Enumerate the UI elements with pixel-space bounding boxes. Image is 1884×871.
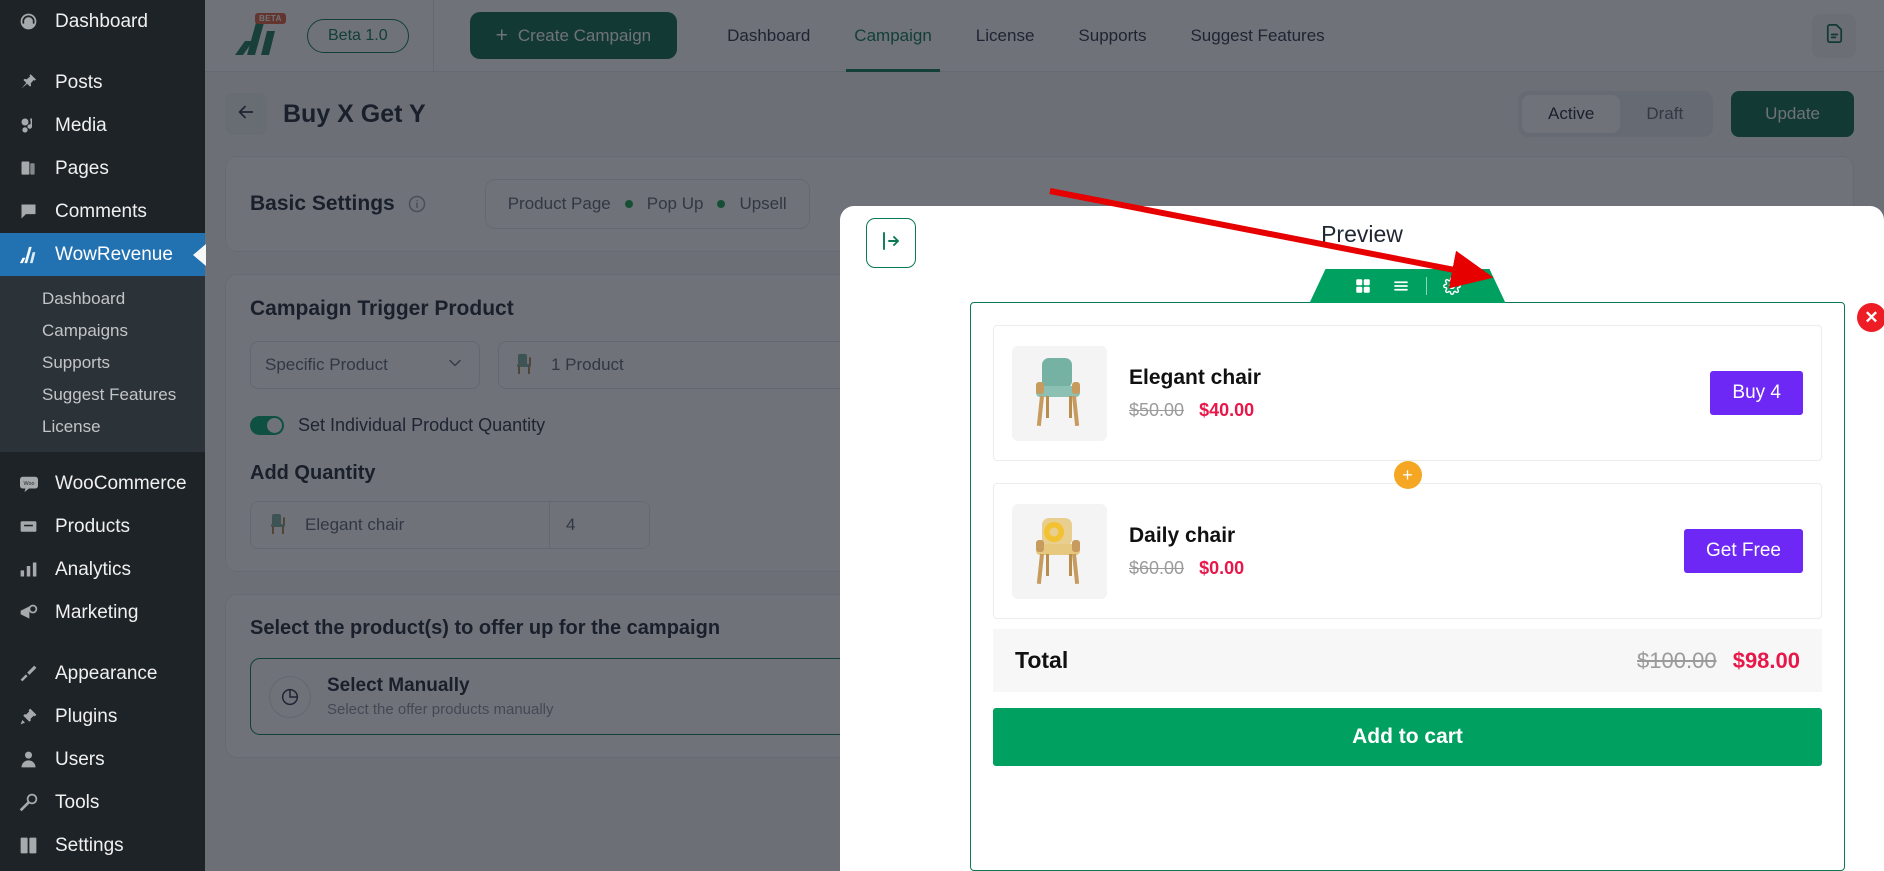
screen: Dashboard Posts Media Pages Comments Wow… [0, 0, 1884, 871]
grid-view-icon[interactable] [1344, 277, 1382, 295]
sidebar-item-label: Comments [55, 200, 147, 222]
sidebar-item-wowrevenue[interactable]: WowRevenue [0, 233, 205, 276]
sidebar-item-pages[interactable]: Pages [0, 147, 205, 190]
sidebar-item-label: Media [55, 114, 107, 136]
users-icon [16, 749, 41, 770]
product-old-price: $60.00 [1129, 557, 1185, 578]
total-old-price: $100.00 [1637, 647, 1717, 673]
product-thumbnail [1012, 345, 1107, 441]
sidebar-item-woocommerce[interactable]: Woo WooCommerce [0, 462, 205, 505]
product-prices: $50.00 $40.00 [1129, 400, 1261, 421]
sidebar-divider-3 [0, 634, 205, 652]
product-new-price: $40.00 [1199, 399, 1255, 420]
sidebar-item-appearance[interactable]: Appearance [0, 652, 205, 695]
sidebar-submenu-wowrevenue: Dashboard Campaigns Supports Suggest Fea… [0, 276, 205, 452]
preview-total-row: Total $100.00 $98.00 [993, 629, 1822, 692]
sidebar-item-dashboard[interactable]: Dashboard [0, 0, 205, 43]
total-values: $100.00 $98.00 [1637, 648, 1800, 674]
sidebar-item-settings[interactable]: Settings [0, 824, 205, 867]
gear-icon[interactable] [1433, 277, 1471, 295]
sidebar-item-marketing[interactable]: Marketing [0, 591, 205, 634]
sidebar-subitem-campaigns[interactable]: Campaigns [0, 315, 205, 347]
woo-icon: Woo [16, 475, 41, 493]
product-thumbnail [1012, 503, 1107, 599]
preview-title: Preview [1321, 221, 1403, 247]
preview-body: Elegant chair $50.00 $40.00 Buy 4 + Dail… [971, 303, 1844, 766]
sidebar-item-plugins[interactable]: Plugins [0, 695, 205, 738]
product-info: Elegant chair $50.00 $40.00 [1129, 366, 1261, 421]
close-preview-button[interactable]: ✕ [1857, 303, 1884, 332]
comments-icon [16, 201, 41, 222]
sidebar-item-label: Products [55, 515, 130, 537]
sidebar-subitem-supports[interactable]: Supports [0, 347, 205, 379]
preview-modal-header: Preview [840, 206, 1884, 280]
svg-text:Woo: Woo [23, 480, 34, 486]
yellow-chair-icon [1024, 510, 1096, 593]
product-action-button[interactable]: Get Free [1684, 529, 1803, 573]
appearance-icon [16, 663, 41, 684]
sidebar-item-label: Posts [55, 71, 103, 93]
product-prices: $60.00 $0.00 [1129, 558, 1244, 579]
sidebar-item-label: Analytics [55, 558, 132, 580]
wordpress-admin-sidebar: Dashboard Posts Media Pages Comments Wow… [0, 0, 205, 871]
sidebar-item-tools[interactable]: Tools [0, 781, 205, 824]
product-old-price: $50.00 [1129, 399, 1185, 420]
wowrevenue-icon [16, 245, 41, 265]
dashboard-icon [16, 11, 41, 32]
sidebar-item-comments[interactable]: Comments [0, 190, 205, 233]
pages-icon [16, 158, 41, 179]
product-info: Daily chair $60.00 $0.00 [1129, 524, 1244, 579]
plugins-icon [16, 706, 41, 727]
sidebar-item-label: Marketing [55, 601, 139, 623]
sidebar-subitem-suggest-features[interactable]: Suggest Features [0, 379, 205, 411]
sidebar-divider [0, 43, 205, 61]
product-new-price: $0.00 [1199, 557, 1245, 578]
preview-widget-frame: ✕ Elegant chair $50.00 $40.00 Buy 4 + Da… [970, 302, 1884, 871]
product-name: Elegant chair [1129, 365, 1261, 389]
sidebar-item-posts[interactable]: Posts [0, 61, 205, 104]
analytics-icon [16, 559, 41, 580]
preview-product-card-1: Elegant chair $50.00 $40.00 Buy 4 [993, 325, 1822, 461]
sidebar-item-label: Settings [55, 834, 124, 856]
settings-icon [16, 835, 41, 856]
sidebar-item-label: WowRevenue [55, 243, 173, 265]
product-name: Daily chair [1129, 523, 1236, 547]
preview-modal: Preview ✕ Elegant chair $50.00 $40.00 Bu… [840, 188, 1884, 871]
total-new-price: $98.00 [1732, 647, 1800, 673]
sidebar-item-products[interactable]: Products [0, 505, 205, 548]
media-icon [16, 115, 41, 136]
product-separator: + [993, 461, 1822, 489]
sidebar-item-label: WooCommerce [55, 472, 187, 494]
sidebar-item-label: Plugins [55, 705, 118, 727]
add-to-cart-button[interactable]: Add to cart [993, 708, 1822, 766]
green-chair-icon [1024, 352, 1096, 435]
toolbar-separator [1426, 277, 1427, 295]
marketing-icon [16, 602, 41, 623]
product-action-button[interactable]: Buy 4 [1710, 371, 1803, 415]
sidebar-item-label: Dashboard [55, 10, 148, 32]
sidebar-item-users[interactable]: Users [0, 738, 205, 781]
preview-product-card-2: Daily chair $60.00 $0.00 Get Free [993, 483, 1822, 619]
sidebar-item-label: Users [55, 748, 105, 770]
sidebar-item-analytics[interactable]: Analytics [0, 548, 205, 591]
pin-icon [16, 72, 41, 93]
sidebar-subitem-license[interactable]: License [0, 411, 205, 443]
sidebar-divider-2 [0, 452, 205, 462]
sidebar-item-label: Tools [55, 791, 100, 813]
sidebar-item-label: Pages [55, 157, 109, 179]
preview-layout-toolbar [1310, 269, 1506, 303]
list-view-icon[interactable] [1382, 277, 1420, 295]
plus-badge-icon: + [1393, 461, 1422, 489]
total-label: Total [1015, 647, 1069, 673]
sidebar-item-media[interactable]: Media [0, 104, 205, 147]
products-icon [16, 516, 41, 537]
sidebar-item-label: Appearance [55, 662, 158, 684]
tools-icon [16, 792, 41, 813]
sidebar-subitem-dashboard[interactable]: Dashboard [0, 283, 205, 315]
